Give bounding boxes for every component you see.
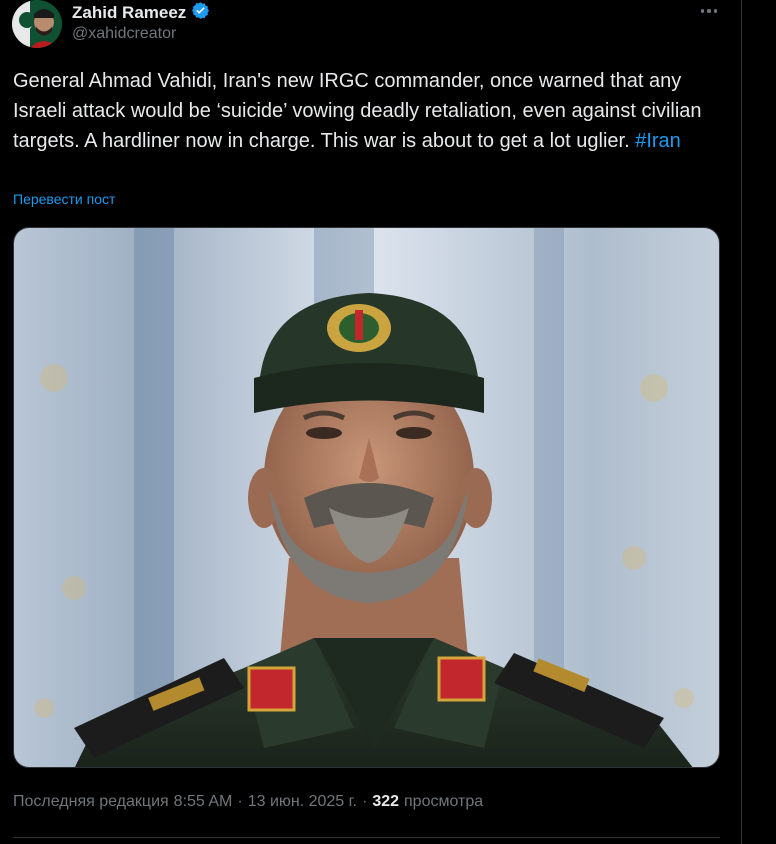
views-count: 322 bbox=[372, 793, 400, 810]
separator: · bbox=[237, 793, 243, 810]
translate-link[interactable]: Перевести пост bbox=[13, 191, 115, 207]
verified-badge-icon bbox=[191, 1, 210, 25]
more-icon[interactable] bbox=[696, 0, 722, 22]
author-name[interactable]: Zahid Rameez bbox=[72, 1, 210, 25]
views-label: просмотра bbox=[404, 793, 484, 810]
tweet-time[interactable]: 8:55 AM bbox=[174, 793, 233, 811]
edited-label[interactable]: Последняя редакция bbox=[13, 793, 169, 811]
avatar[interactable] bbox=[12, 0, 62, 48]
tweet-date[interactable]: 13 июн. 2025 г. bbox=[248, 793, 357, 811]
separator: · bbox=[361, 793, 368, 810]
author-name-text[interactable]: Zahid Rameez bbox=[72, 3, 186, 23]
tweet-body: General Ahmad Vahidi, Iran's new IRGC co… bbox=[13, 70, 702, 152]
divider bbox=[13, 837, 720, 838]
timeline-border bbox=[741, 0, 742, 844]
author-handle[interactable]: @xahidcreator bbox=[72, 25, 176, 43]
tweet-text: General Ahmad Vahidi, Iran's new IRGC co… bbox=[13, 66, 723, 156]
hashtag-link[interactable]: #Iran bbox=[635, 130, 681, 152]
tweet-photo[interactable] bbox=[13, 227, 720, 768]
tweet-metadata: Последняя редакция 8:55 AM · 13 июн. 202… bbox=[13, 793, 483, 811]
